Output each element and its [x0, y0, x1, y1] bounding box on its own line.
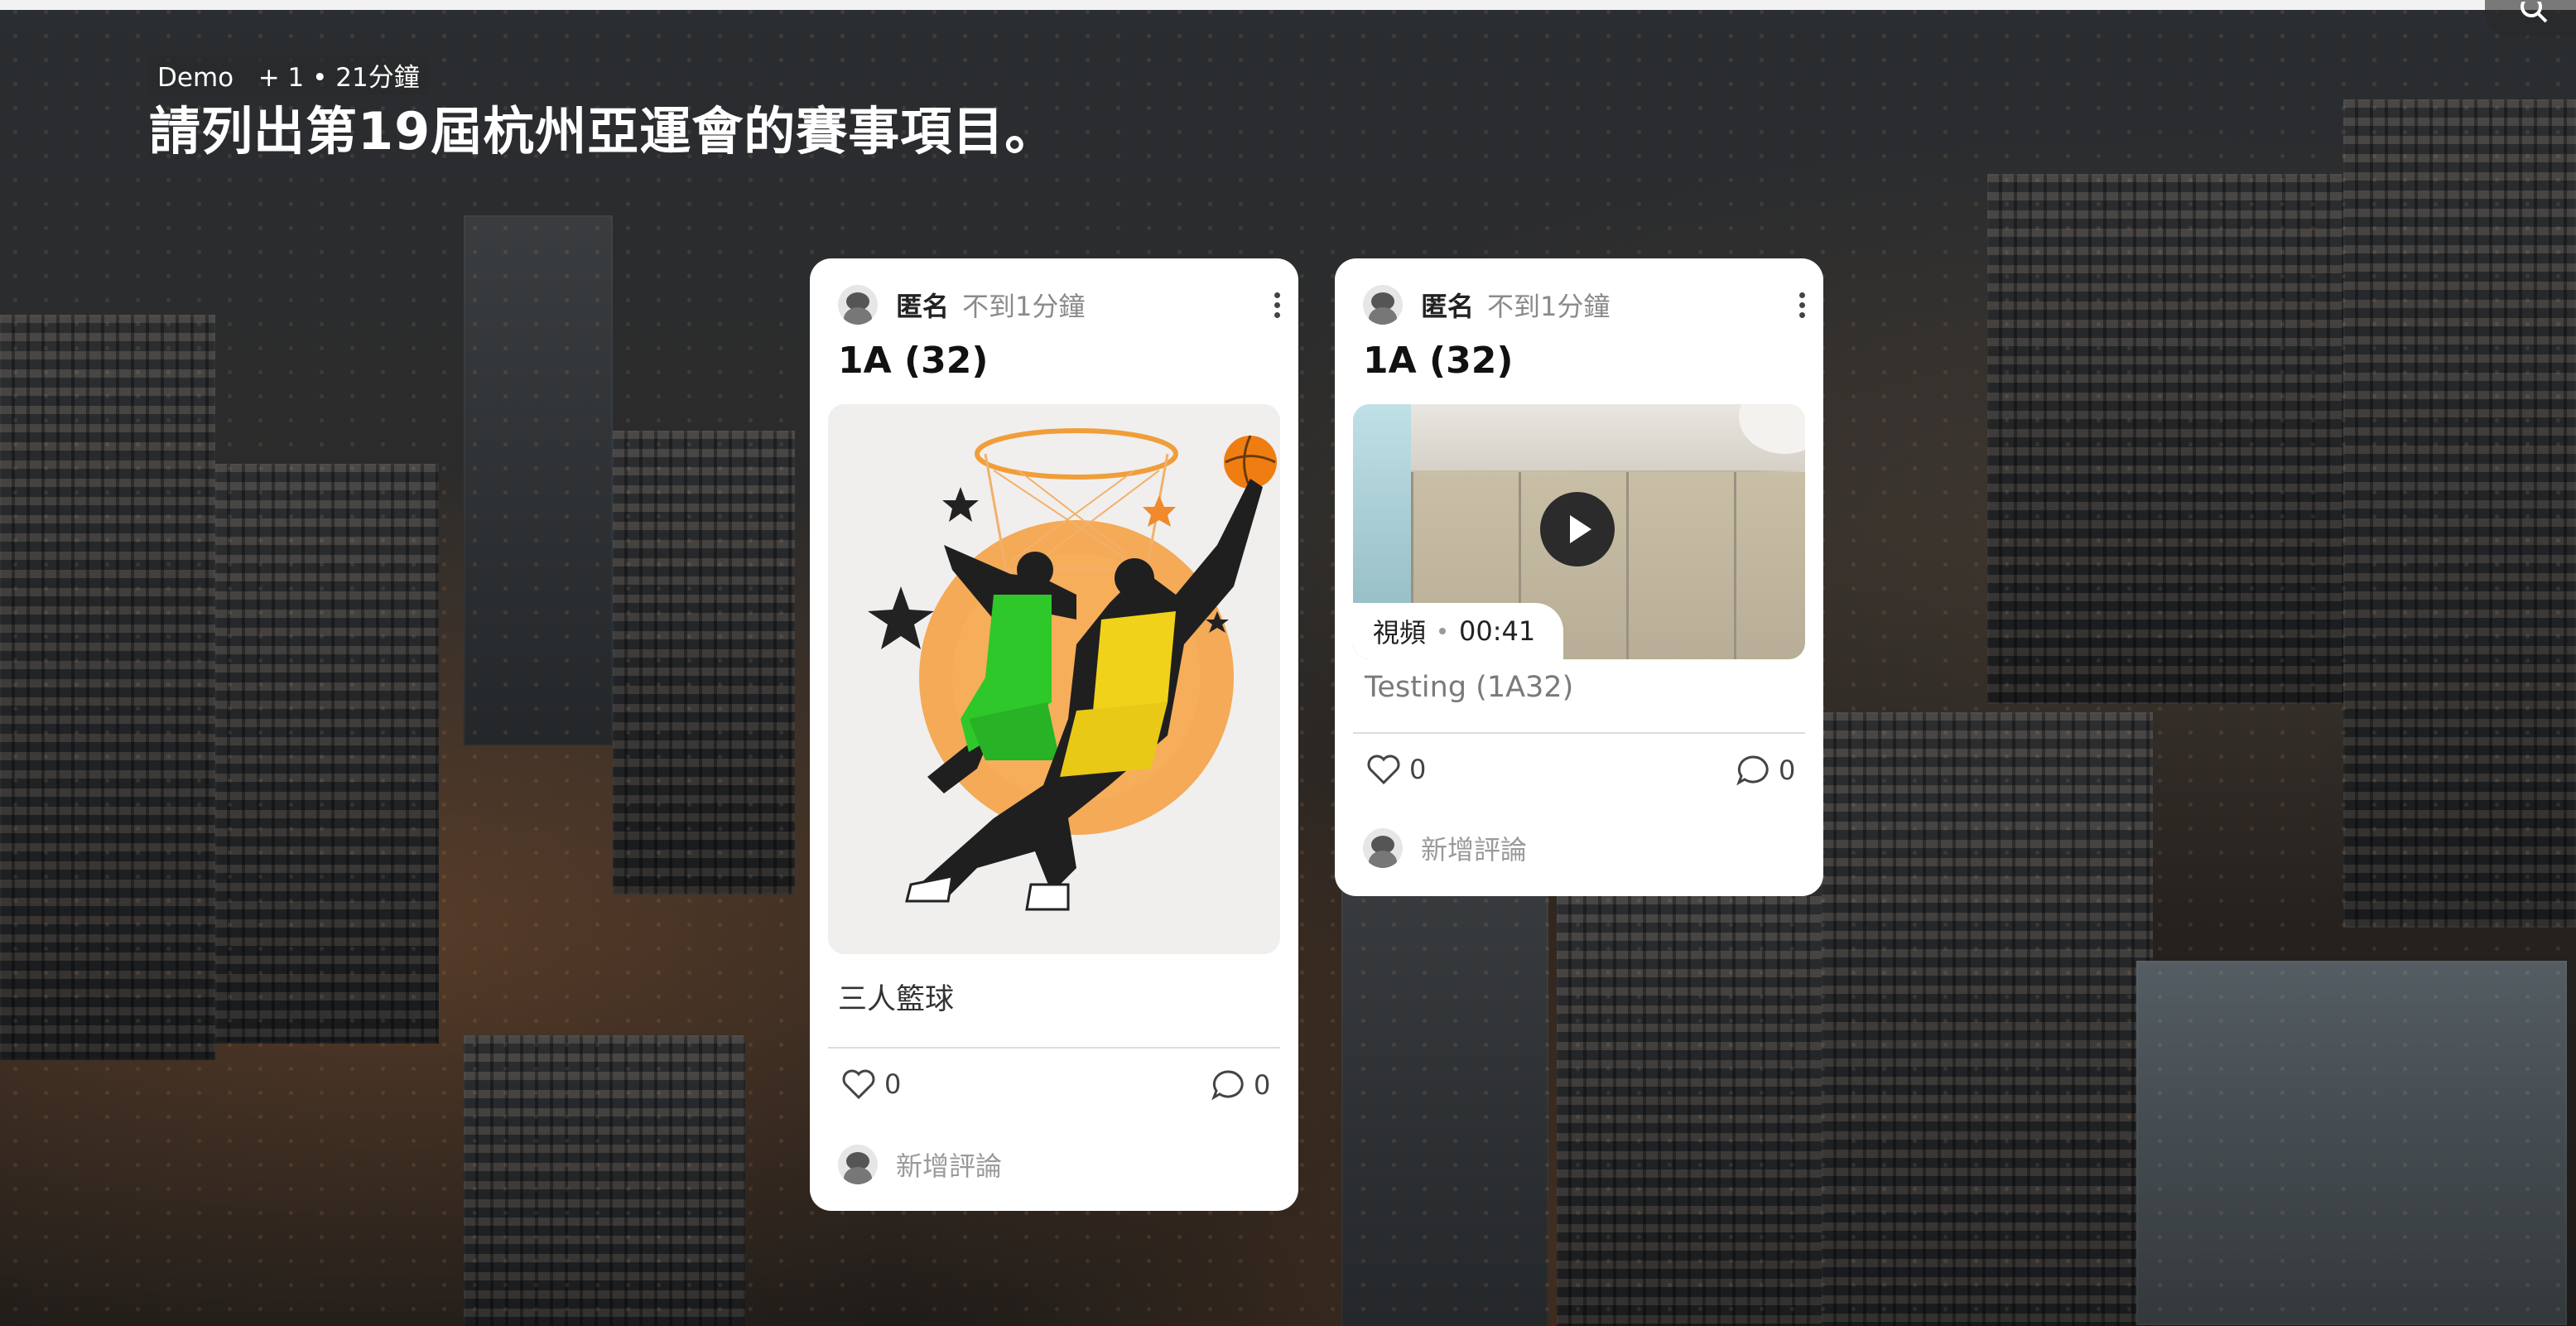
avatar — [1363, 828, 1403, 868]
play-icon[interactable] — [1540, 492, 1615, 567]
card-header: 匿名 不到1分鐘 — [838, 280, 1282, 330]
add-comment-row[interactable]: 新增評論 — [1363, 828, 1527, 868]
top-bar — [0, 0, 2576, 10]
video-thumbnail[interactable]: 視頻 00:41 — [1353, 404, 1805, 659]
card-author: 匿名 — [1421, 291, 1475, 322]
avatar — [838, 1145, 878, 1184]
comment-bubble-icon — [1211, 1070, 1244, 1101]
page-title: 請列出第19屆杭州亞運會的賽事項目。 — [149, 101, 1057, 162]
card-title: 1A (32) — [1363, 340, 1514, 382]
avatar — [838, 285, 878, 325]
comment-bubble-icon — [1736, 755, 1769, 786]
video-duration: 00:41 — [1459, 615, 1536, 647]
search-button[interactable] — [2485, 0, 2576, 36]
like-count: 0 — [1409, 754, 1427, 785]
comment-count: 0 — [1254, 1069, 1271, 1101]
more-vertical-icon[interactable] — [1272, 292, 1282, 318]
like-button[interactable]: 0 — [841, 1068, 901, 1100]
heart-icon — [842, 1069, 875, 1100]
video-label: 視頻 — [1373, 617, 1427, 649]
add-comment-row[interactable]: 新增評論 — [838, 1145, 1002, 1184]
more-vertical-icon[interactable] — [1797, 292, 1807, 318]
search-icon — [2521, 2, 2548, 23]
comment-count: 0 — [1779, 755, 1796, 786]
add-comment-label: 新增評論 — [1421, 834, 1528, 866]
card-header: 匿名 不到1分鐘 — [1363, 280, 1807, 330]
post-card[interactable]: 匿名 不到1分鐘 1A (32) 三人籃球 0 0 新增評論 — [810, 258, 1298, 1211]
header-time: 21分鐘 — [335, 63, 420, 93]
divider — [1353, 732, 1805, 734]
header-extra: + 1 — [258, 63, 305, 93]
heart-icon — [1367, 755, 1400, 785]
card-time: 不到1分鐘 — [962, 291, 1086, 322]
like-button[interactable]: 0 — [1366, 754, 1426, 785]
header-author: Demo — [157, 63, 234, 93]
card-title: 1A (32) — [838, 340, 989, 382]
video-info-tag: 視頻 00:41 — [1353, 603, 1564, 659]
comment-button[interactable]: 0 — [1211, 1068, 1270, 1102]
post-card[interactable]: 匿名 不到1分鐘 1A (32) 視頻 00:41 Testing (1A32)… — [1335, 258, 1823, 896]
like-count: 0 — [884, 1068, 902, 1100]
comment-button[interactable]: 0 — [1736, 754, 1795, 787]
basketball-image[interactable] — [828, 404, 1280, 954]
card-time: 不到1分鐘 — [1487, 291, 1611, 322]
avatar — [1363, 285, 1403, 325]
divider — [828, 1047, 1280, 1049]
card-caption: Testing (1A32) — [1365, 671, 1574, 704]
card-author: 匿名 — [896, 291, 950, 322]
card-caption: 三人籃球 — [838, 983, 955, 1016]
add-comment-label: 新增評論 — [896, 1150, 1003, 1182]
